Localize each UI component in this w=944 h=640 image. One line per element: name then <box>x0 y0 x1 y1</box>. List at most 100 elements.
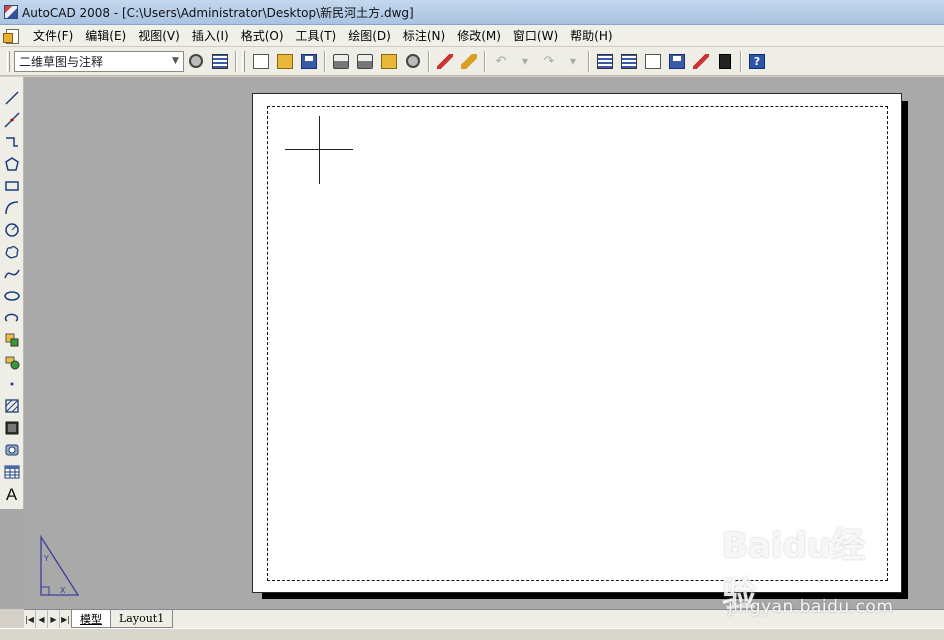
open-button[interactable] <box>274 50 296 72</box>
help-button[interactable]: ? <box>746 50 768 72</box>
help-icon: ? <box>749 53 765 69</box>
save-button[interactable] <box>298 50 320 72</box>
toolbar-separator <box>235 50 237 72</box>
circle-tool[interactable] <box>3 219 21 241</box>
properties-button[interactable] <box>594 50 616 72</box>
tab-layout1[interactable]: Layout1 <box>110 610 174 628</box>
toolbar-grip[interactable] <box>242 50 245 72</box>
toolbar-grip[interactable] <box>7 50 10 72</box>
line-tool[interactable] <box>3 87 21 109</box>
gradient-tool[interactable] <box>3 417 21 439</box>
toolbar-separator <box>324 50 326 72</box>
polyline-tool[interactable] <box>3 131 21 153</box>
ellipse-tool[interactable] <box>3 285 21 307</box>
menu-format[interactable]: 格式(O) <box>235 26 290 46</box>
table-tool[interactable] <box>3 461 21 483</box>
polyline-icon <box>5 137 18 147</box>
publish-icon <box>381 53 397 69</box>
last-icon: ▶| <box>61 614 70 624</box>
markup-button[interactable] <box>690 50 712 72</box>
workspace-icon <box>212 53 228 69</box>
rectangle-tool[interactable] <box>3 175 21 197</box>
first-icon: |◀ <box>25 614 34 624</box>
ellipse-arc-tool[interactable] <box>3 307 21 329</box>
menu-draw[interactable]: 绘图(D) <box>342 26 397 46</box>
block-editor-icon <box>461 53 477 69</box>
toolbar-separator <box>484 50 486 72</box>
svg-text:X: X <box>60 586 66 595</box>
autocad-app-icon[interactable] <box>4 5 18 19</box>
undo-list-button[interactable]: ▼ <box>514 50 536 72</box>
toolbar-separator <box>588 50 590 72</box>
print-icon <box>333 53 349 69</box>
new-button[interactable] <box>250 50 272 72</box>
block-editor-button[interactable] <box>458 50 480 72</box>
workspace-select[interactable]: 二维草图与注释 ▼ <box>14 50 184 72</box>
markup-icon <box>693 53 709 69</box>
draw-toolbar: A <box>0 77 24 509</box>
undo-button[interactable]: ↶ <box>490 50 512 72</box>
document-icon[interactable] <box>3 28 21 44</box>
undo-icon: ↶ <box>495 53 507 69</box>
workspace-button[interactable] <box>209 50 231 72</box>
prev-icon: ◀ <box>38 614 45 624</box>
hatch-tool[interactable] <box>3 395 21 417</box>
arc-icon <box>4 201 18 215</box>
properties-icon <box>597 53 613 69</box>
first-tab-button[interactable]: |◀ <box>24 610 36 628</box>
redo-icon: ↷ <box>543 53 555 69</box>
3d-dwf-button[interactable] <box>402 50 424 72</box>
next-tab-button[interactable]: ▶ <box>48 610 60 628</box>
workspace-settings-button[interactable] <box>185 50 207 72</box>
menu-insert[interactable]: 插入(I) <box>186 26 235 46</box>
design-center-icon <box>621 53 637 69</box>
tab-model[interactable]: 模型 <box>71 610 111 628</box>
crosshair-cursor-vertical <box>319 116 320 184</box>
polygon-icon <box>4 157 19 171</box>
left-gutter <box>0 509 24 609</box>
construction-line-icon <box>3 112 20 128</box>
region-tool[interactable] <box>3 439 21 461</box>
menu-dimension[interactable]: 标注(N) <box>397 26 451 46</box>
revision-cloud-tool[interactable] <box>3 241 21 263</box>
tool-palettes-icon <box>645 53 661 69</box>
spline-tool[interactable] <box>3 263 21 285</box>
insert-block-icon <box>5 333 18 347</box>
menu-file[interactable]: 文件(F) <box>27 26 79 46</box>
point-tool[interactable] <box>3 373 21 395</box>
print-button[interactable] <box>330 50 352 72</box>
workspace-select-value: 二维草图与注释 <box>19 54 104 69</box>
insert-block-tool[interactable] <box>3 329 21 351</box>
design-center-button[interactable] <box>618 50 640 72</box>
polygon-tool[interactable] <box>3 153 21 175</box>
preview-button[interactable] <box>354 50 376 72</box>
publish-button[interactable] <box>378 50 400 72</box>
menu-view[interactable]: 视图(V) <box>132 26 186 46</box>
arc-tool[interactable] <box>3 197 21 219</box>
calculator-button[interactable] <box>714 50 736 72</box>
open-icon <box>277 53 293 69</box>
match-properties-button[interactable] <box>434 50 456 72</box>
toolbar-separator <box>740 50 742 72</box>
chevron-down-icon[interactable]: ▼ <box>168 52 183 71</box>
make-block-icon <box>5 356 19 370</box>
make-block-tool[interactable] <box>3 351 21 373</box>
ellipse-arc-icon <box>4 313 18 322</box>
redo-list-button[interactable]: ▼ <box>562 50 584 72</box>
gear-icon <box>189 54 203 68</box>
gradient-icon <box>5 421 18 435</box>
menu-bar: 文件(F) 编辑(E) 视图(V) 插入(I) 格式(O) 工具(T) 绘图(D… <box>0 25 944 47</box>
line-icon <box>4 91 19 105</box>
menu-tools[interactable]: 工具(T) <box>290 26 343 46</box>
multiline-text-tool[interactable]: A <box>3 483 21 505</box>
menu-edit[interactable]: 编辑(E) <box>79 26 132 46</box>
prev-tab-button[interactable]: ◀ <box>36 610 48 628</box>
redo-button[interactable]: ↷ <box>538 50 560 72</box>
menu-help[interactable]: 帮助(H) <box>564 26 618 46</box>
tool-palettes-button[interactable] <box>642 50 664 72</box>
new-icon <box>253 53 269 69</box>
menu-modify[interactable]: 修改(M) <box>451 26 507 46</box>
construction-line-tool[interactable] <box>3 109 21 131</box>
sheet-set-button[interactable] <box>666 50 688 72</box>
menu-window[interactable]: 窗口(W) <box>507 26 564 46</box>
